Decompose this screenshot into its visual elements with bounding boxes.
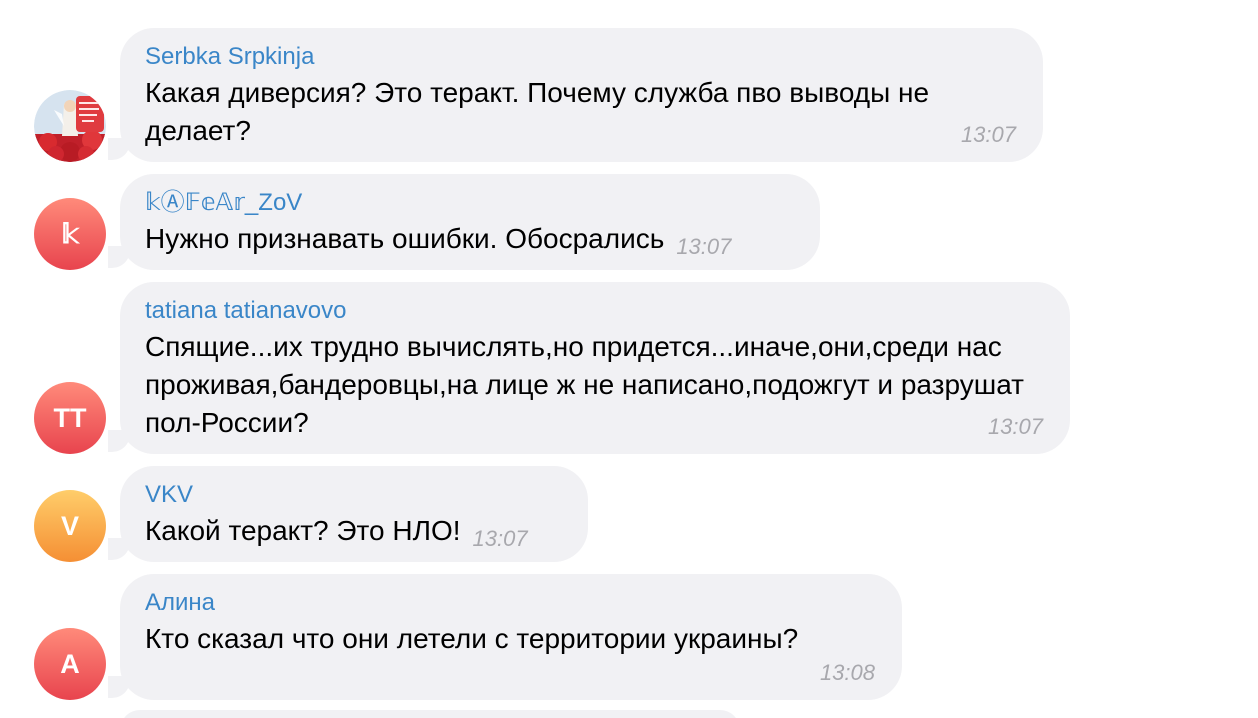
message-time: 13:07 <box>960 122 1016 147</box>
sender-name[interactable]: Алина <box>145 588 876 618</box>
message-time: 13:07 <box>472 526 528 551</box>
avatar[interactable]: 𝕜 <box>34 198 106 270</box>
message-bubble[interactable]: tatiana tatianavovo Спящие...их трудно в… <box>120 282 1070 454</box>
sender-name[interactable]: tatiana tatianavovo <box>145 296 1044 326</box>
message-time: 13:07 <box>987 414 1043 439</box>
message-bubble[interactable]: Алина Кто сказал что они летели с террит… <box>120 574 902 700</box>
message-text: Спящие...их трудно вычислять,но придется… <box>145 331 1025 438</box>
message-bubble-partial[interactable] <box>120 710 740 718</box>
message-time: 13:07 <box>676 234 732 259</box>
avatar-image[interactable] <box>34 90 106 162</box>
sender-name[interactable]: 𝕜Ⓐ𝔽𝕖𝔸𝕣_ZoV <box>145 188 794 218</box>
message-bubble[interactable]: Serbka Srpkinja Какая диверсия? Это тера… <box>120 28 1043 162</box>
avatar-picture-icon <box>34 90 106 162</box>
message-bubble[interactable]: 𝕜Ⓐ𝔽𝕖𝔸𝕣_ZoV Нужно признавать ошибки. Обос… <box>120 174 820 270</box>
chat-message-list[interactable]: Serbka Srpkinja Какая диверсия? Это тера… <box>0 0 1258 718</box>
message-bubble[interactable]: VKV Какой теракт? Это НЛО! 13:07 <box>120 466 588 562</box>
message-text: Какая диверсия? Это теракт. Почему служб… <box>145 77 930 146</box>
avatar-initials: A <box>60 648 80 679</box>
avatar-initials: TT <box>53 402 87 433</box>
avatar[interactable]: TT <box>34 382 106 454</box>
sender-name[interactable]: VKV <box>145 480 562 510</box>
message-time: 13:08 <box>819 660 875 685</box>
avatar[interactable]: V <box>34 490 106 562</box>
avatar-initials: 𝕜 <box>61 218 79 249</box>
message-text: Кто сказал что они летели с территории у… <box>145 623 799 654</box>
avatar[interactable]: A <box>34 628 106 700</box>
message-text: Нужно признавать ошибки. Обосрались <box>145 223 665 254</box>
message-text: Какой теракт? Это НЛО! <box>145 515 461 546</box>
sender-name[interactable]: Serbka Srpkinja <box>145 42 1017 72</box>
avatar-initials: V <box>60 510 79 541</box>
